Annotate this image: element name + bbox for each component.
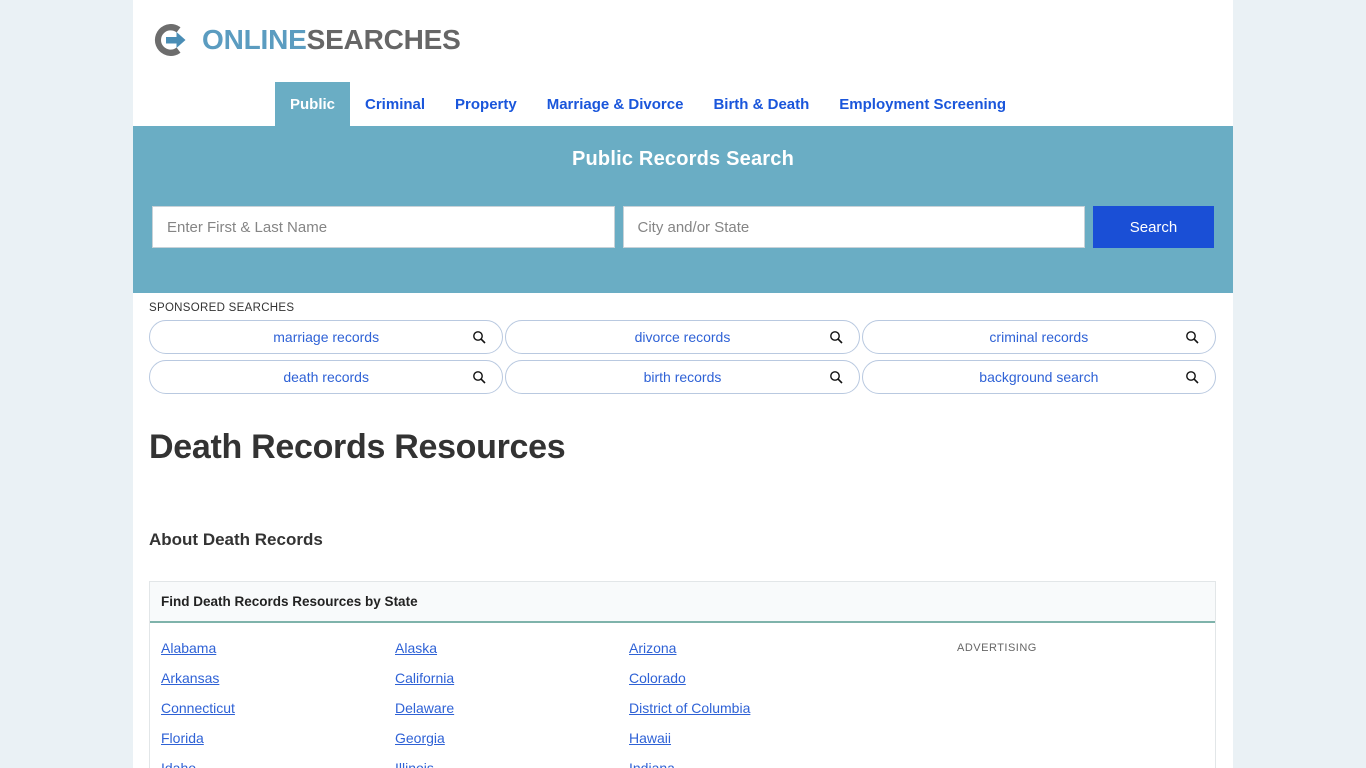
state-link-hawaii[interactable]: Hawaii <box>629 730 671 746</box>
search-icon <box>1185 370 1199 384</box>
search-icon <box>1185 330 1199 344</box>
nav-item-property[interactable]: Property <box>440 82 532 126</box>
pill-label: background search <box>979 369 1099 385</box>
state-link-connecticut[interactable]: Connecticut <box>161 700 235 716</box>
sponsored-pill-background-search[interactable]: background search <box>861 360 1216 394</box>
search-icon <box>829 370 843 384</box>
page-background: ONLINESEARCHES Public Criminal Property … <box>0 0 1366 768</box>
nav-label: Employment Screening <box>839 95 1007 113</box>
search-form: Search <box>152 206 1214 248</box>
primary-navigation: Public Criminal Property Marriage & Divo… <box>133 82 1233 126</box>
main-content: Death Records Resources About Death Reco… <box>133 428 1233 768</box>
state-link-georgia[interactable]: Georgia <box>395 730 445 746</box>
nav-label: Public <box>290 95 336 113</box>
nav-item-birth-death[interactable]: Birth & Death <box>698 82 824 126</box>
state-link-illinois[interactable]: Illinois <box>395 760 434 768</box>
state-link-alaska[interactable]: Alaska <box>395 640 437 656</box>
sponsored-pill-death-records[interactable]: death records <box>149 360 504 394</box>
site-container: ONLINESEARCHES Public Criminal Property … <box>133 0 1233 768</box>
logo-wordmark: ONLINESEARCHES <box>202 26 461 54</box>
state-link-arkansas[interactable]: Arkansas <box>161 670 219 686</box>
state-link-arizona[interactable]: Arizona <box>629 640 676 656</box>
sponsored-searches-section: SPONSORED SEARCHES marriage records divo… <box>133 293 1233 394</box>
pill-label: death records <box>283 369 369 385</box>
pill-label: criminal records <box>989 329 1089 345</box>
pill-label: birth records <box>643 369 722 385</box>
state-link-alabama[interactable]: Alabama <box>161 640 216 656</box>
sponsored-pill-divorce-records[interactable]: divorce records <box>505 320 860 354</box>
circle-arrow-logo-icon <box>149 18 193 62</box>
pill-label: marriage records <box>273 329 380 345</box>
nav-item-public[interactable]: Public <box>275 82 351 126</box>
nav-item-criminal[interactable]: Criminal <box>350 82 440 126</box>
state-link-california[interactable]: California <box>395 670 454 686</box>
state-links-grid: Alabama Arkansas Connecticut Florida Ida… <box>150 623 1215 768</box>
advertising-column: ADVERTISING <box>929 640 1204 768</box>
pill-label: divorce records <box>634 329 731 345</box>
name-search-input[interactable] <box>152 206 615 248</box>
site-header: ONLINESEARCHES <box>133 0 1233 82</box>
nav-item-marriage-divorce[interactable]: Marriage & Divorce <box>532 82 699 126</box>
about-section-title: About Death Records <box>149 530 323 549</box>
nav-label: Birth & Death <box>713 95 810 113</box>
sponsored-pill-birth-records[interactable]: birth records <box>505 360 860 394</box>
hero-title: Public Records Search <box>571 148 795 170</box>
search-icon <box>472 330 486 344</box>
nav-label: Criminal <box>365 95 426 113</box>
sponsored-pill-criminal-records[interactable]: criminal records <box>861 320 1216 354</box>
logo-word-online: ONLINE <box>202 24 307 55</box>
state-column-1: Alabama Arkansas Connecticut Florida Ida… <box>161 640 395 768</box>
state-column-2: Alaska California Delaware Georgia Illin… <box>395 640 629 768</box>
state-link-florida[interactable]: Florida <box>161 730 204 746</box>
page-title: Death Records Resources <box>149 428 566 466</box>
public-records-search-hero: Public Records Search Search <box>133 126 1233 293</box>
nav-item-employment-screening[interactable]: Employment Screening <box>824 82 1021 126</box>
sponsored-searches-label: SPONSORED SEARCHES <box>149 302 295 314</box>
nav-label: Property <box>455 95 517 113</box>
location-search-input[interactable] <box>622 206 1085 248</box>
state-link-colorado[interactable]: Colorado <box>629 670 686 686</box>
nav-label: Marriage & Divorce <box>546 95 684 113</box>
state-resources-box: Find Death Records Resources by State Al… <box>149 581 1216 768</box>
state-link-idaho[interactable]: Idaho <box>161 760 196 768</box>
state-link-delaware[interactable]: Delaware <box>395 700 454 716</box>
advertising-label: ADVERTISING <box>957 642 1037 654</box>
search-icon <box>829 330 843 344</box>
sponsored-pill-grid: marriage records divorce records crimina… <box>149 320 1216 394</box>
state-link-indiana[interactable]: Indiana <box>629 760 675 768</box>
state-column-3: Arizona Colorado District of Columbia Ha… <box>629 640 929 768</box>
site-logo[interactable]: ONLINESEARCHES <box>149 18 461 62</box>
search-button[interactable]: Search <box>1093 206 1214 248</box>
sponsored-pill-marriage-records[interactable]: marriage records <box>149 320 504 354</box>
state-box-header: Find Death Records Resources by State <box>150 582 1215 623</box>
logo-word-searches: SEARCHES <box>306 24 461 55</box>
search-icon <box>472 370 486 384</box>
state-link-district-of-columbia[interactable]: District of Columbia <box>629 700 750 716</box>
